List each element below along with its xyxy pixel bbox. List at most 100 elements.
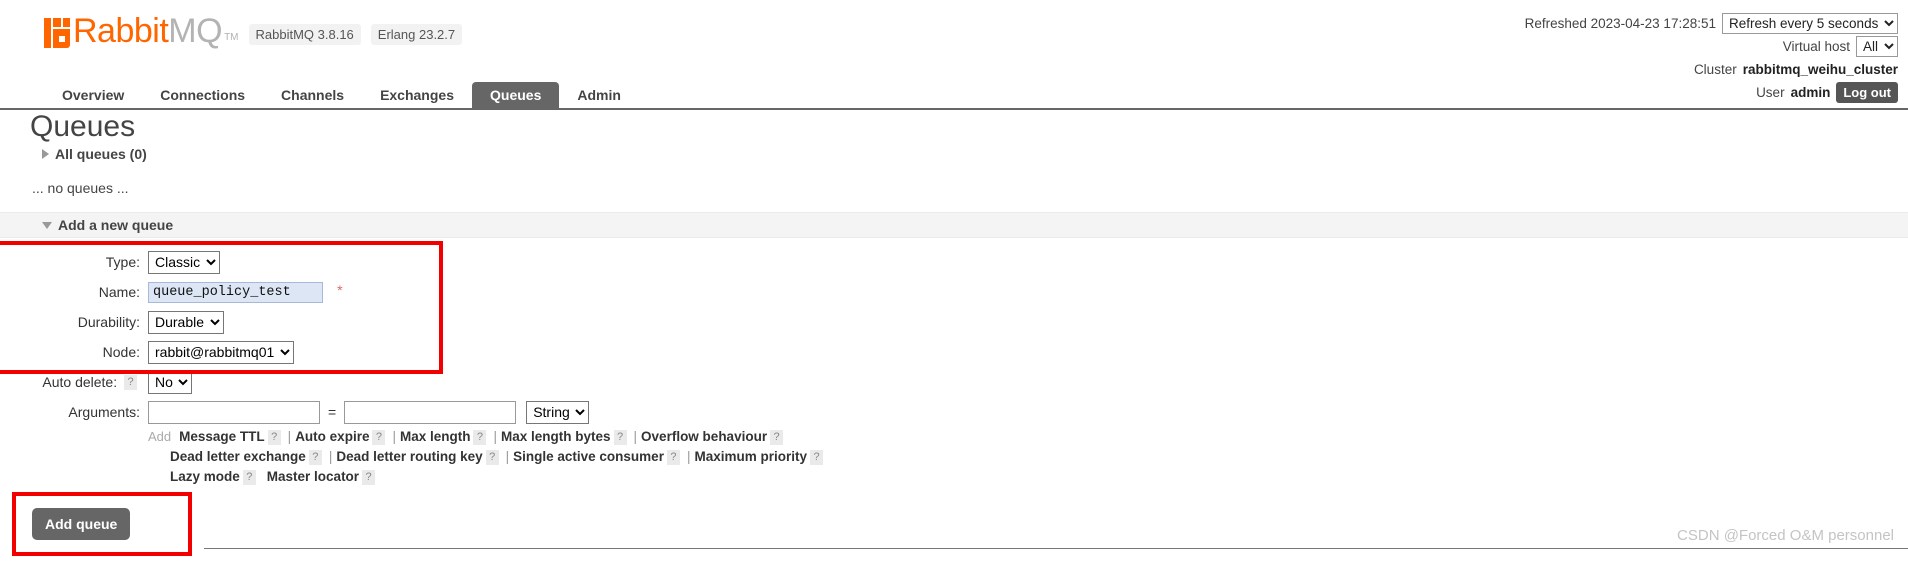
preset-separator: | [493,429,497,444]
watermark-text: CSDN @Forced O&M personnel [1677,527,1894,544]
nav-tab-admin[interactable]: Admin [559,82,639,108]
argument-type-select[interactable]: String [526,400,590,424]
add-queue-section-header[interactable]: Add a new queue [0,212,1908,238]
page-title: Queues [30,110,136,143]
preset-lazy-mode[interactable]: Lazy mode [170,468,240,486]
submit-row: Add queue [0,508,1908,540]
preset-dead-letter-routing-key[interactable]: Dead letter routing key [336,448,482,466]
nav-tab-queues[interactable]: Queues [472,82,560,108]
argument-key-input[interactable] [148,400,320,424]
form-row-auto-delete: Auto delete: ? No [0,368,1908,396]
preset-separator: | [686,449,691,464]
lazy-mode-help-icon[interactable]: ? [242,469,256,485]
name-field: * [148,281,343,303]
preset-message-ttl[interactable]: Message TTL [179,428,265,446]
add-queue-button[interactable]: Add queue [32,508,131,540]
node-field: rabbit@rabbitmq01 [148,340,294,364]
argument-presets-line-2: Dead letter exchange ? | Dead letter rou… [170,448,908,466]
preset-separator: | [392,429,396,444]
logo-brand-primary: Rabbit [73,12,169,50]
logo-brand-secondary: MQ [168,12,223,50]
form-row-type: Type: Classic [0,248,1908,276]
nav-tab-channels[interactable]: Channels [263,82,362,108]
arguments-equals-sign: = [328,404,337,420]
rabbit-logo-icon [44,18,70,48]
all-queues-label: All queues (0) [55,146,147,162]
preset-separator: | [505,449,510,464]
message-ttl-help-icon[interactable]: ? [267,429,281,445]
add-queue-form: Type: Classic Name: * Durability: Durabl… [0,238,1908,540]
auto-delete-select[interactable]: No [148,370,192,394]
logo-trademark: TM [224,32,239,43]
form-row-name: Name: * [0,278,1908,306]
form-row-durability: Durability: Durable [0,308,1908,336]
auto-delete-field: No [148,370,192,394]
page-header: Rabbit MQ TM RabbitMQ 3.8.16 Erlang 23.2… [0,0,1908,103]
preset-auto-expire[interactable]: Auto expire [295,428,369,446]
preset-separator: | [633,429,638,444]
cluster-name: rabbitmq_weihu_cluster [1742,61,1898,77]
max-length-bytes-help-icon[interactable]: ? [613,429,627,445]
argument-value-input[interactable] [344,400,517,424]
preset-max-length-bytes[interactable]: Max length bytes [501,428,611,446]
dead-letter-routing-key-help-icon[interactable]: ? [485,449,499,465]
cluster-label: Cluster [1693,61,1737,77]
cluster-row: Cluster rabbitmq_weihu_cluster [1525,58,1898,81]
main-navigation: Overview Connections Channels Exchanges … [0,80,1908,110]
preset-separator: | [328,449,333,464]
auto-expire-help-icon[interactable]: ? [372,429,386,445]
preset-master-locator[interactable]: Master locator [267,468,359,486]
add-queue-toggle[interactable]: Add a new queue [42,217,173,233]
preset-single-active-consumer[interactable]: Single active consumer [513,448,664,466]
nav-tab-exchanges[interactable]: Exchanges [362,82,472,108]
max-length-help-icon[interactable]: ? [473,429,487,445]
refresh-interval-select[interactable]: Refresh every 5 seconds [1722,13,1898,34]
no-queues-message: ... no queues ... [32,180,129,196]
durability-label: Durability: [77,314,140,330]
durability-select[interactable]: Durable [148,310,224,334]
nav-tab-connections[interactable]: Connections [142,82,263,108]
form-row-node: Node: rabbit@rabbitmq01 [0,338,1908,366]
arguments-field: = String [148,400,590,424]
chevron-down-icon [42,221,52,229]
node-select[interactable]: rabbit@rabbitmq01 [148,340,294,364]
form-row-arguments: Arguments: = String [0,398,1908,426]
all-queues-toggle[interactable]: All queues (0) [42,146,1908,162]
bottom-divider [204,548,1908,549]
single-active-consumer-help-icon[interactable]: ? [666,449,680,465]
maximum-priority-help-icon[interactable]: ? [810,449,823,465]
type-select[interactable]: Classic [148,250,220,274]
durability-field: Durable [148,310,224,334]
preset-dead-letter-exchange[interactable]: Dead letter exchange [170,448,306,466]
nav-tab-overview[interactable]: Overview [44,82,142,108]
dead-letter-exchange-help-icon[interactable]: ? [308,449,322,465]
auto-delete-help-icon[interactable]: ? [124,375,137,391]
badge-rabbitmq-version: RabbitMQ 3.8.16 [248,24,361,45]
preset-overflow-behaviour[interactable]: Overflow behaviour [641,428,767,446]
vhost-select[interactable]: All [1856,36,1898,57]
add-queue-section-label: Add a new queue [58,217,174,233]
rabbitmq-logo[interactable]: Rabbit MQ TM RabbitMQ 3.8.16 Erlang 23.2… [44,12,463,50]
auto-delete-label: Auto delete: ? [0,374,148,391]
overflow-behaviour-help-icon[interactable]: ? [770,429,784,445]
arguments-add-label: Add [148,429,172,444]
main-content: Queues All queues (0) ... no queues ... … [0,110,1908,540]
master-locator-help-icon[interactable]: ? [362,469,376,485]
vhost-label: Virtual host [1782,38,1850,54]
preset-max-length[interactable]: Max length [400,428,471,446]
chevron-right-icon [42,149,49,159]
node-label: Node: [102,344,140,360]
badge-erlang-version: Erlang 23.2.7 [370,24,463,45]
argument-presets-line-1: Add Message TTL ? | Auto expire ? | Max … [148,428,908,446]
name-input[interactable] [148,281,323,303]
preset-maximum-priority[interactable]: Maximum priority [694,448,807,466]
argument-presets-line-3: Lazy mode ? Master locator ? [170,468,908,486]
preset-separator: | [287,429,292,444]
refreshed-timestamp: Refreshed 2023-04-23 17:28:51 [1524,15,1716,31]
name-label: Name: [98,284,140,300]
type-field: Classic [148,250,220,274]
vhost-row: Virtual host All [1525,35,1898,58]
refresh-row: Refreshed 2023-04-23 17:28:51 Refresh ev… [1525,12,1898,35]
type-label: Type: [105,254,140,270]
argument-presets: Add Message TTL ? | Auto expire ? | Max … [148,428,908,486]
